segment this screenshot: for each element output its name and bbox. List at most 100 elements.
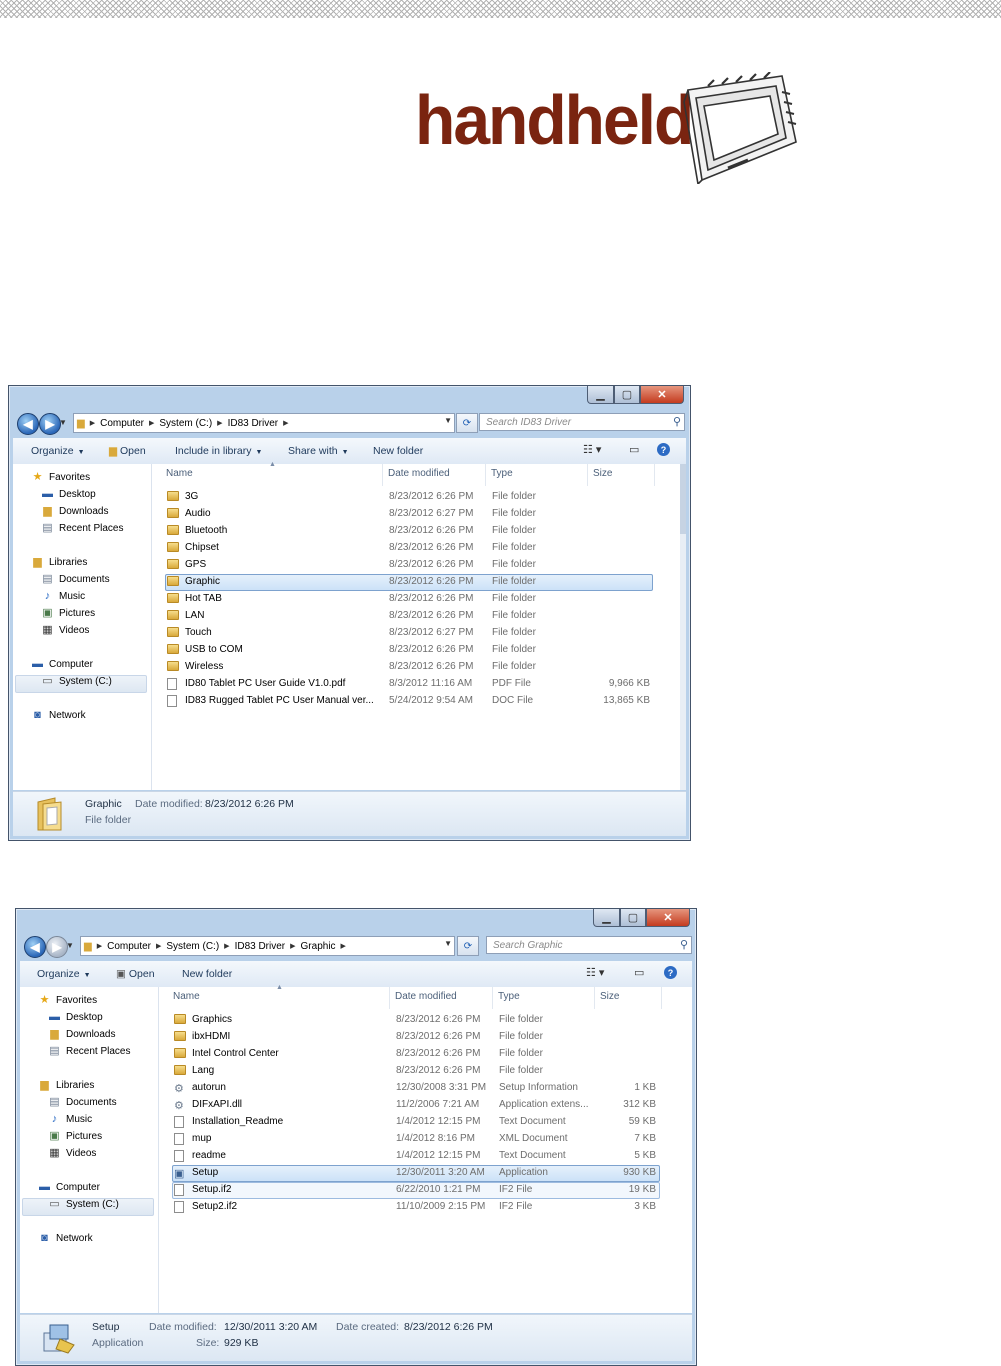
table-row[interactable]: Wireless 8/23/2012 6:26 PM File folder [152,658,686,675]
maximize-button[interactable]: ▢ [620,909,646,927]
table-row[interactable]: ⚙ autorun 12/30/2008 3:31 PM Setup Informat… [159,1079,692,1096]
share-with-button[interactable]: Share with ▼ [288,445,349,457]
nav-pictures[interactable]: ▣ Pictures [41,608,95,620]
minimize-button[interactable]: ▁ [587,386,614,404]
column-type[interactable]: Type [491,468,513,479]
breadcrumb-system[interactable]: System (C:) [159,418,212,429]
nav-computer[interactable]: ▬ Computer [38,1182,100,1194]
vertical-scrollbar[interactable] [680,464,686,790]
close-button[interactable]: ✕ [640,386,684,404]
nav-pictures[interactable]: ▣ Pictures [48,1131,102,1143]
nav-computer[interactable]: ▬ Computer [31,659,93,671]
column-date[interactable]: Date modified [395,991,457,1002]
column-divider[interactable] [594,987,595,1009]
address-bar[interactable]: ▆ ▶ Computer ▶ System (C:) ▶ ID83 Driver… [73,413,455,433]
column-date[interactable]: Date modified [388,468,450,479]
table-row[interactable]: ID83 Rugged Tablet PC User Manual ver...… [152,692,686,709]
nav-desktop[interactable]: ▬ Desktop [48,1012,103,1024]
chevron-right-icon[interactable]: ▶ [224,942,229,950]
new-folder-button[interactable]: New folder [182,968,232,980]
open-button[interactable]: ▆ Open [109,445,146,457]
column-divider[interactable] [382,464,383,486]
view-options-icon[interactable]: ☷ ▾ [583,443,601,456]
column-type[interactable]: Type [498,991,520,1002]
column-divider[interactable] [485,464,486,486]
table-row[interactable]: Setup2.if2 11/10/2009 2:15 PM IF2 File 3 KB [159,1198,692,1215]
column-name[interactable]: Name [166,468,193,479]
nav-favorites[interactable]: ★ Favorites [38,995,98,1007]
chevron-right-icon[interactable]: ▶ [290,942,295,950]
search-input[interactable]: Search ID83 Driver [479,413,685,431]
table-row[interactable]: ⚙ DIFxAPI.dll 11/2/2006 7:21 AM Application… [159,1096,692,1113]
column-divider[interactable] [492,987,493,1009]
breadcrumb-id83-driver[interactable]: ID83 Driver [235,941,286,952]
forward-button[interactable]: ▶ [39,413,61,435]
close-button[interactable]: ✕ [646,909,690,927]
chevron-right-icon[interactable]: ▶ [156,942,161,950]
nav-videos[interactable]: ▦ Videos [48,1148,96,1160]
nav-recent-places[interactable]: ▤ Recent Places [48,1046,130,1058]
table-row[interactable]: Bluetooth 8/23/2012 6:26 PM File folder [152,522,686,539]
table-row[interactable]: ▣ Setup 12/30/2011 3:20 AM Application 930 K… [159,1164,692,1181]
nav-network[interactable]: ◙ Network [31,710,86,722]
nav-music[interactable]: ♪ Music [41,591,85,603]
table-row[interactable]: Intel Control Center 8/23/2012 6:26 PM Fil… [159,1045,692,1062]
nav-libraries[interactable]: ▆ Libraries [38,1080,94,1092]
maximize-button[interactable]: ▢ [614,386,640,404]
table-row[interactable]: Lang 8/23/2012 6:26 PM File folder [159,1062,692,1079]
address-dropdown-icon[interactable]: ▼ [444,416,452,425]
address-bar[interactable]: ▆ ▶ Computer ▶ System (C:) ▶ ID83 Driver… [80,936,455,956]
nav-music[interactable]: ♪ Music [48,1114,92,1126]
nav-desktop[interactable]: ▬ Desktop [41,489,96,501]
search-icon[interactable]: ⚲ [680,938,688,951]
breadcrumb-graphic[interactable]: Graphic [301,941,336,952]
chevron-right-icon[interactable]: ▶ [149,419,154,427]
nav-favorites[interactable]: ★ Favorites [31,472,91,484]
address-dropdown-icon[interactable]: ▼ [444,939,452,948]
help-icon[interactable]: ? [664,966,677,979]
history-dropdown-icon[interactable]: ▼ [66,941,74,950]
nav-system-drive[interactable]: ▭ System (C:) [48,1199,118,1211]
nav-recent-places[interactable]: ▤ Recent Places [41,523,123,535]
preview-pane-icon[interactable]: ▭ [634,966,644,979]
table-row[interactable]: 3G 8/23/2012 6:26 PM File folder [152,488,686,505]
chevron-right-icon[interactable]: ▶ [97,942,102,950]
column-name[interactable]: Name [173,991,200,1002]
nav-downloads[interactable]: ▆ Downloads [48,1029,115,1041]
table-row[interactable]: LAN 8/23/2012 6:26 PM File folder [152,607,686,624]
nav-videos[interactable]: ▦ Videos [41,625,89,637]
table-row[interactable]: mup 1/4/2012 8:16 PM XML Document 7 KB [159,1130,692,1147]
column-size[interactable]: Size [593,468,612,479]
organize-button[interactable]: Organize ▼ [31,445,85,457]
column-divider[interactable] [661,987,662,1009]
chevron-right-icon[interactable]: ▶ [90,419,95,427]
refresh-button[interactable]: ⟳ [457,936,479,956]
nav-system-drive[interactable]: ▭ System (C:) [41,676,111,688]
table-row[interactable]: Setup.if2 6/22/2010 1:21 PM IF2 File 19 KB [159,1181,692,1198]
nav-network[interactable]: ◙ Network [38,1233,93,1245]
column-divider[interactable] [389,987,390,1009]
column-size[interactable]: Size [600,991,619,1002]
new-folder-button[interactable]: New folder [373,445,423,457]
table-row[interactable]: USB to COM 8/23/2012 6:26 PM File folder [152,641,686,658]
table-row[interactable]: ibxHDMI 8/23/2012 6:26 PM File folder [159,1028,692,1045]
column-divider[interactable] [654,464,655,486]
table-row[interactable]: GPS 8/23/2012 6:26 PM File folder [152,556,686,573]
breadcrumb-id83-driver[interactable]: ID83 Driver [228,418,279,429]
table-row[interactable]: ID80 Tablet PC User Guide V1.0.pdf 8/3/20… [152,675,686,692]
open-button[interactable]: ▣ Open [116,968,155,980]
nav-documents[interactable]: ▤ Documents [41,574,109,586]
nav-documents[interactable]: ▤ Documents [48,1097,116,1109]
refresh-button[interactable]: ⟳ [456,413,478,433]
breadcrumb-computer[interactable]: Computer [107,941,151,952]
minimize-button[interactable]: ▁ [593,909,620,927]
back-button[interactable]: ◀ [24,936,46,958]
help-icon[interactable]: ? [657,443,670,456]
preview-pane-icon[interactable]: ▭ [629,443,639,456]
chevron-right-icon[interactable]: ▶ [283,419,288,427]
organize-button[interactable]: Organize ▼ [37,968,91,980]
search-input[interactable]: Search Graphic [486,936,692,954]
table-row[interactable]: Chipset 8/23/2012 6:26 PM File folder [152,539,686,556]
breadcrumb-system[interactable]: System (C:) [166,941,219,952]
search-icon[interactable]: ⚲ [673,415,681,428]
